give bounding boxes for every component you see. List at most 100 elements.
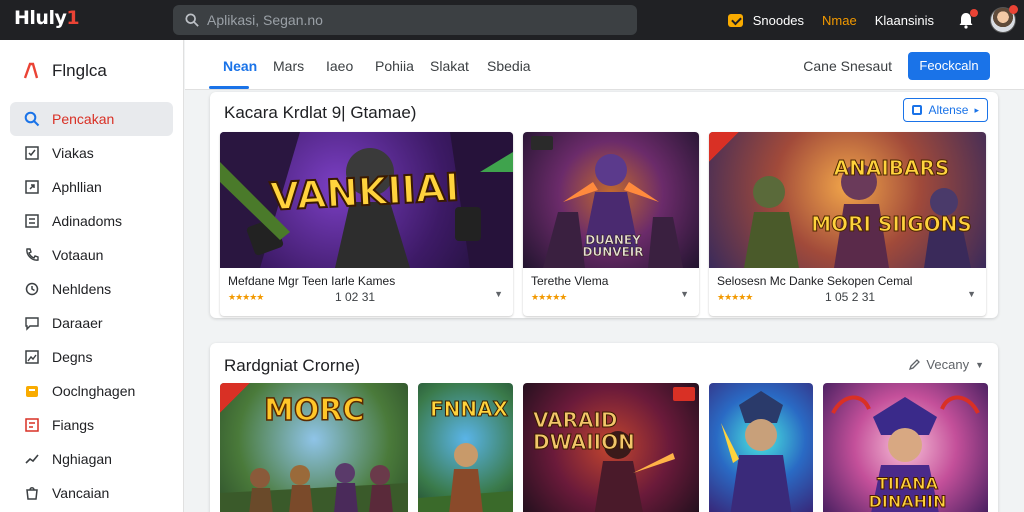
badge-menu-label: Snoodes	[752, 12, 805, 28]
active-tab-indicator	[209, 86, 249, 89]
rating-stars: ★★★★★	[228, 292, 264, 302]
game-title-art: ANAIBARS MORI SIIGONS	[811, 156, 973, 237]
chevron-down-icon[interactable]: ▼	[494, 289, 503, 299]
rating-stars: ★★★★★	[717, 292, 753, 302]
tab-sbedia[interactable]: Sbedia	[487, 58, 531, 74]
chat-icon	[25, 317, 39, 331]
pencil-icon	[909, 358, 921, 370]
sidebar-header: Flnglca	[0, 40, 183, 102]
topbar-link[interactable]: Klaansinis	[875, 13, 934, 28]
badge-menu[interactable]: Snoodes	[727, 12, 805, 28]
tab-bar: Nean Mars Iaeo Pohiia Slakat Sbedia Cane…	[185, 40, 1024, 90]
logo-text: Hluly	[14, 7, 67, 29]
mail-icon	[727, 13, 743, 27]
primary-button[interactable]: Feockcaln	[908, 52, 990, 80]
search-icon	[24, 111, 40, 127]
sidebar-item-label: Nehldens	[52, 281, 112, 297]
search-bar[interactable]	[173, 5, 637, 35]
tab-slakat[interactable]: Slakat	[430, 58, 469, 74]
tab-iaeo[interactable]: Iaeo	[326, 58, 353, 74]
sidebar-item-label: Aphllian	[52, 179, 102, 195]
grid-icon	[25, 214, 39, 228]
filter-icon	[912, 105, 923, 115]
game-title-art: FNNAX	[429, 397, 509, 422]
sidebar-item-degns[interactable]: Degns	[0, 340, 183, 374]
topbar-link-orange[interactable]: Nmae	[822, 13, 857, 28]
app-logo[interactable]: Hluly1	[14, 7, 80, 29]
chevron-down-icon: ▼	[975, 359, 984, 370]
game-card[interactable]: FNNAX	[418, 383, 513, 512]
character-illustration	[721, 391, 792, 512]
chevron-down-icon[interactable]: ▼	[967, 289, 976, 299]
sidebar-item-vancaian[interactable]: Vancaian	[0, 476, 183, 510]
section-sort-dropdown[interactable]: Vecany ▼	[908, 357, 984, 372]
section-sort-label: Vecany	[926, 357, 970, 372]
phone-icon	[26, 248, 39, 261]
game-label: Terethe Vlema	[531, 274, 609, 288]
section-filter-label: Altense	[928, 103, 969, 117]
brand-icon	[23, 62, 39, 79]
bag-icon	[26, 487, 38, 500]
game-card[interactable]: DUANEY DUNVEIR Terethe Vlema ★★★★★ ▼	[523, 132, 699, 316]
avatar[interactable]	[990, 5, 1018, 33]
trend-icon	[25, 454, 39, 464]
game-title-art: MORC	[263, 392, 365, 429]
sidebar-item-daraaer[interactable]: Daraaer	[0, 306, 183, 340]
sidebar-item-label: Viakas	[52, 145, 94, 161]
sidebar: Flnglca Pencakan Viakas Aphllian Adinado…	[0, 40, 184, 512]
download-count: 1 05 2 31	[825, 290, 876, 304]
sidebar-item-nehldens[interactable]: Nehldens	[0, 272, 183, 306]
sidebar-item-fiangs[interactable]: Fiangs	[0, 408, 183, 442]
sidebar-item-label: Adinadoms	[52, 213, 123, 229]
game-art: ANAIBARS MORI SIIGONS	[709, 132, 986, 268]
game-card[interactable]: VANKIIAI Mefdane Mgr Teen Iarle Kames ★★…	[220, 132, 513, 316]
sidebar-item-label: Nghiagan	[52, 451, 112, 467]
sidebar-item-label: Votaaun	[52, 247, 104, 263]
game-label: Mefdane Mgr Teen Iarle Kames	[228, 274, 396, 288]
tabs-right-link[interactable]: Cane Snesaut	[803, 58, 892, 74]
main-content: Nean Mars Iaeo Pohiia Slakat Sbedia Cane…	[185, 40, 1024, 512]
sidebar-item-search[interactable]: Pencakan	[10, 102, 173, 136]
rating-stars: ★★★★★	[531, 292, 567, 302]
search-input[interactable]	[207, 12, 637, 28]
checkbox-icon	[25, 146, 39, 160]
badge-icon	[673, 387, 695, 401]
game-card[interactable]: MORC	[220, 383, 408, 512]
sidebar-item-adinadoms[interactable]: Adinadoms	[0, 204, 183, 238]
game-card[interactable]: TIIANA DINAHIN	[823, 383, 988, 512]
sidebar-item-aphllian[interactable]: Aphllian	[0, 170, 183, 204]
tab-mars[interactable]: Mars	[273, 58, 304, 74]
tab-pohiia[interactable]: Pohiia	[375, 58, 414, 74]
sidebar-item-label: Degns	[52, 349, 93, 365]
notification-dot	[970, 9, 978, 17]
featured-section: Kacara Krdlat 9| Gtamae) Altense ▸ VANKI…	[210, 92, 998, 318]
game-card[interactable]: ANAIBARS MORI SIIGONS Selosesn Mc Danke …	[709, 132, 986, 316]
avatar-badge	[1009, 5, 1018, 14]
box-icon	[26, 386, 38, 397]
game-card[interactable]: VARAID DWAIION	[523, 383, 699, 512]
sidebar-item-label: Ooclnghagen	[52, 383, 136, 399]
sidebar-brand: Flnglca	[52, 61, 107, 80]
game-card[interactable]	[709, 383, 813, 512]
download-count: 1 02 31	[335, 290, 376, 304]
logo-accent: 1	[66, 7, 80, 29]
game-art: VANKIIAI	[220, 132, 513, 268]
game-title-art: TIIANA DINAHIN	[868, 474, 947, 511]
notifications-button[interactable]	[956, 9, 978, 30]
sidebar-item-label: Daraaer	[52, 315, 103, 331]
sidebar-item-votaaun[interactable]: Votaaun	[0, 238, 183, 272]
badge-icon	[709, 132, 739, 162]
sidebar-item-label: Fiangs	[52, 417, 95, 433]
chevron-down-icon[interactable]: ▼	[680, 289, 689, 299]
sidebar-item-label: Pencakan	[52, 111, 115, 127]
game-title-art: DUANEY DUNVEIR	[582, 233, 644, 259]
tab-nean[interactable]: Nean	[223, 58, 257, 74]
sidebar-item-ooclnghagen[interactable]: Ooclnghagen	[0, 374, 183, 408]
game-art: DUANEY DUNVEIR	[523, 132, 699, 268]
section-filter-button[interactable]: Altense ▸	[903, 98, 988, 122]
badge-icon	[531, 136, 553, 150]
sidebar-item-nghiagan[interactable]: Nghiagan	[0, 442, 183, 476]
sidebar-item-viakas[interactable]: Viakas	[0, 136, 183, 170]
section-title: Kacara Krdlat 9| Gtamae)	[224, 103, 417, 122]
tag-icon	[25, 418, 39, 432]
